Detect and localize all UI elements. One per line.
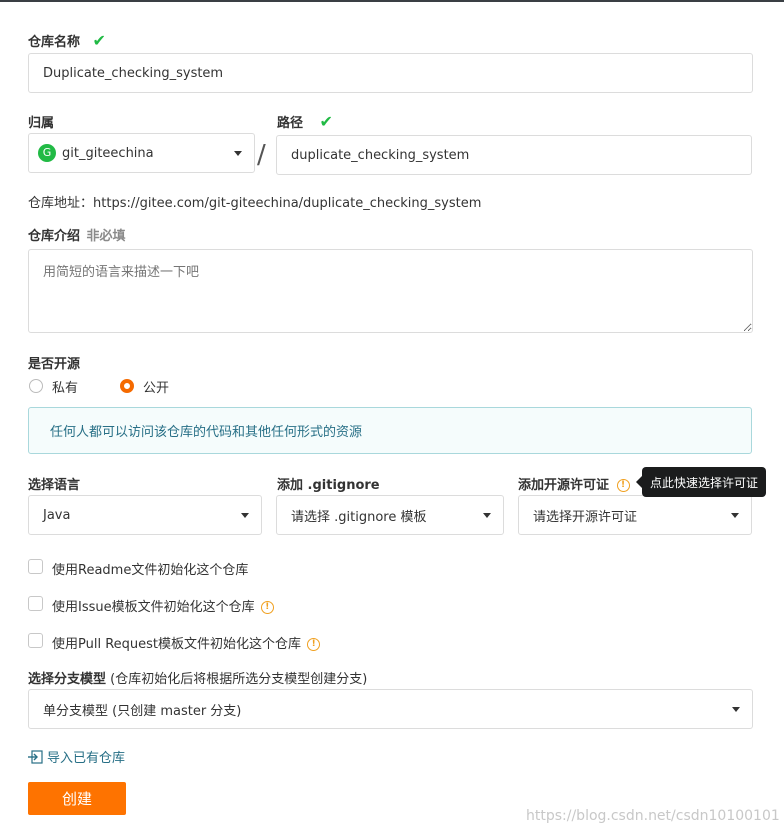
owner-select[interactable]: G git_giteechina (28, 133, 255, 173)
license-tooltip: 点此快速选择许可证 (636, 467, 766, 497)
repo-name-value: Duplicate_checking_system (43, 65, 224, 81)
branch-model-hint: (仓库初始化后将根据所选分支模型创建分支) (110, 672, 368, 687)
check-icon: ✔ (319, 112, 333, 131)
repo-name-input[interactable]: Duplicate_checking_system (28, 53, 753, 93)
branch-model-label: 选择分支模型 (仓库初始化后将根据所选分支模型创建分支) (28, 672, 368, 687)
repo-address-label: 仓库地址： (28, 196, 94, 211)
visibility-label: 是否开源 (28, 357, 81, 372)
pr-checkbox[interactable] (28, 633, 43, 648)
repo-name-label: 仓库名称 ✔ (28, 31, 106, 50)
language-label: 选择语言 (28, 478, 81, 493)
intro-optional: 非必填 (86, 229, 126, 244)
license-label: 添加开源许可证 ! (518, 474, 630, 493)
import-icon (28, 750, 43, 764)
owner-value: git_giteechina (62, 145, 154, 161)
path-separator: / (257, 140, 266, 170)
readme-label: 使用Readme文件初始化这个仓库 (52, 563, 249, 578)
radio-private[interactable] (29, 379, 43, 393)
branch-model-select[interactable]: 单分支模型 (只创建 master 分支) (28, 689, 753, 729)
caret-down-icon (731, 513, 739, 518)
info-icon[interactable]: ! (260, 601, 274, 614)
top-bar (0, 0, 784, 2)
radio-public[interactable] (120, 379, 134, 393)
caret-down-icon (241, 513, 249, 518)
license-select[interactable]: 请选择开源许可证 (518, 495, 752, 535)
info-icon[interactable]: ! (307, 638, 321, 651)
issue-label: 使用Issue模板文件初始化这个仓库 ! (52, 596, 274, 615)
repo-address-url: https://gitee.com/git-giteechina/duplica… (93, 196, 482, 211)
owner-avatar: G (38, 144, 56, 162)
pr-label: 使用Pull Request模板文件初始化这个仓库 ! (52, 633, 321, 652)
gitignore-label: 添加 .gitignore (277, 478, 380, 493)
path-label: 路径 ✔ (277, 112, 333, 131)
path-input[interactable]: duplicate_checking_system (276, 135, 752, 175)
visibility-notice: 任何人都可以访问该仓库的代码和其他任何形式的资源 (28, 407, 752, 454)
caret-down-icon (732, 707, 740, 712)
visibility-notice-text: 任何人都可以访问该仓库的代码和其他任何形式的资源 (50, 425, 363, 440)
license-value: 请选择开源许可证 (533, 509, 638, 525)
language-value: Java (43, 507, 71, 523)
owner-label: 归属 (28, 116, 55, 131)
caret-down-icon (234, 151, 242, 156)
gitignore-select[interactable]: 请选择 .gitignore 模板 (276, 495, 504, 535)
branch-model-value: 单分支模型 (只创建 master 分支) (43, 703, 242, 719)
gitignore-value: 请选择 .gitignore 模板 (291, 509, 427, 525)
license-tooltip-text: 点此快速选择许可证 (649, 475, 758, 490)
import-repo-link[interactable]: 导入已有仓库 (28, 747, 125, 766)
caret-down-icon (483, 513, 491, 518)
issue-checkbox[interactable] (28, 596, 43, 611)
readme-checkbox[interactable] (28, 559, 43, 574)
repo-address: 仓库地址：https://gitee.com/git-giteechina/du… (28, 192, 481, 211)
private-label: 私有 (52, 381, 79, 396)
watermark: https://blog.csdn.net/csdn10100101 (526, 808, 780, 824)
path-value: duplicate_checking_system (291, 147, 470, 163)
language-select[interactable]: Java (28, 495, 262, 535)
info-icon[interactable]: ! (616, 479, 630, 492)
public-label: 公开 (143, 381, 170, 396)
create-button[interactable]: 创建 (28, 782, 126, 815)
intro-textarea[interactable] (28, 249, 753, 333)
check-icon: ✔ (92, 31, 106, 50)
intro-label: 仓库介绍 非必填 (28, 229, 126, 244)
